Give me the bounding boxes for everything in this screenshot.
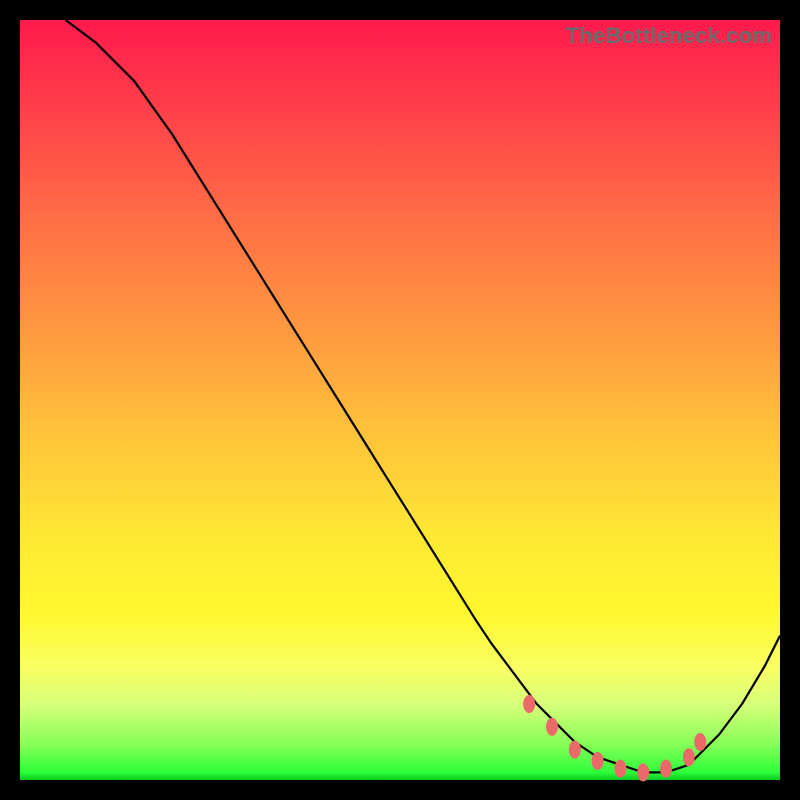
chart-area: TheBottleneck.com: [20, 20, 780, 780]
curve-marker: [660, 760, 672, 778]
curve-marker: [694, 733, 706, 751]
curve-marker: [523, 695, 535, 713]
curve-marker: [637, 763, 649, 781]
curve-marker: [614, 760, 626, 778]
curve-marker: [546, 718, 558, 736]
curve-marker: [683, 748, 695, 766]
bottleneck-curve: [66, 20, 780, 772]
chart-svg: [20, 20, 780, 780]
curve-marker: [592, 752, 604, 770]
curve-marker: [569, 741, 581, 759]
